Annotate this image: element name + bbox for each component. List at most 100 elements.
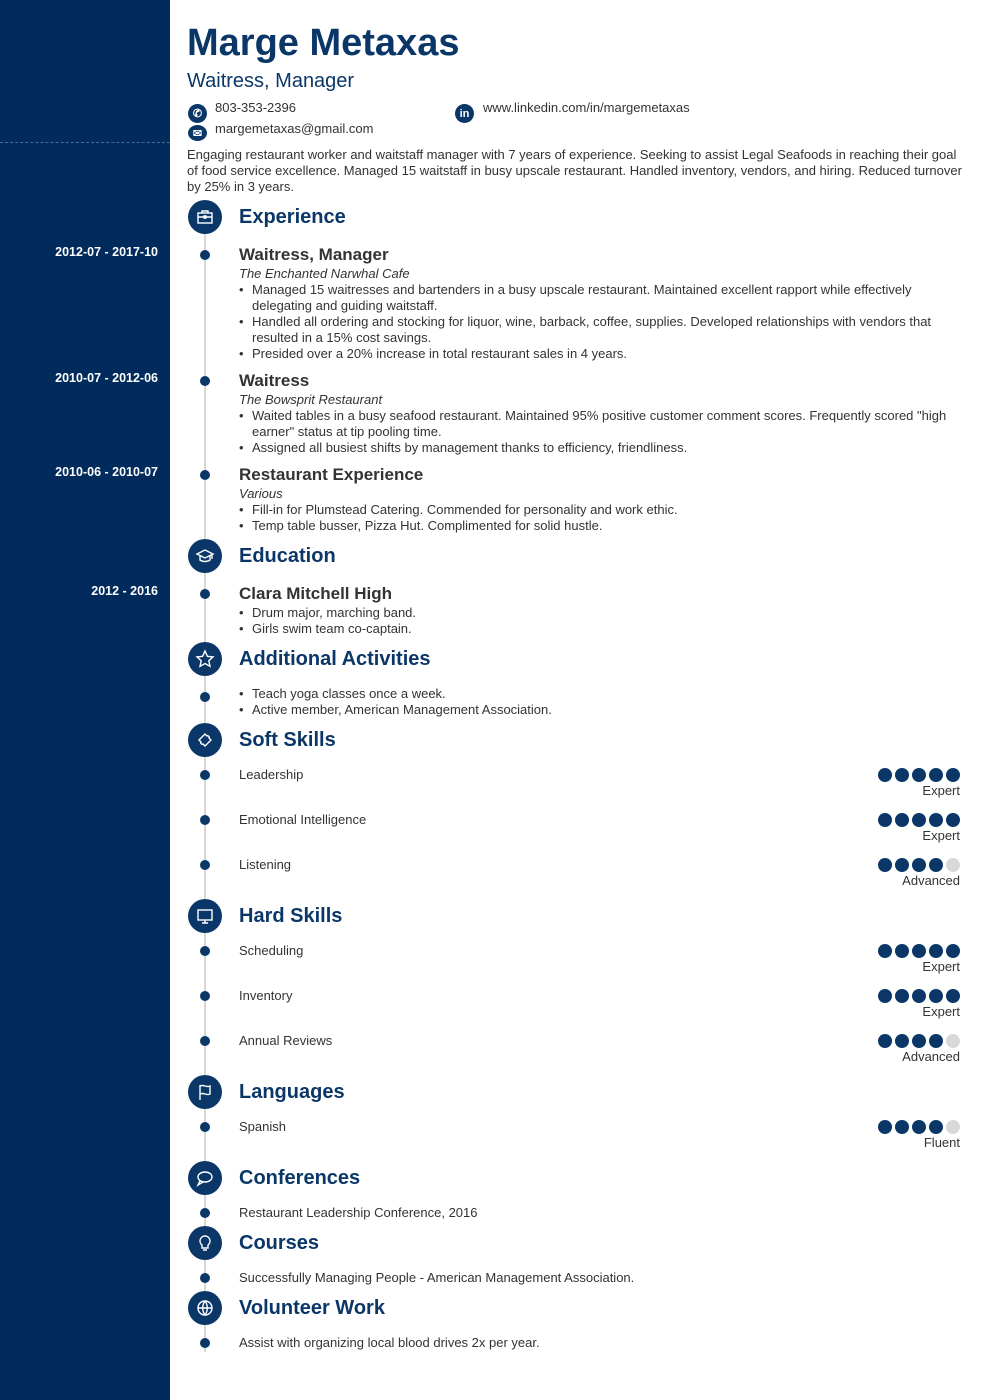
rating-dot	[946, 813, 960, 827]
company: Various	[239, 486, 283, 501]
skill-level: Expert	[922, 828, 960, 843]
skill-rating	[878, 1120, 960, 1134]
section-title-hard-skills: Hard Skills	[239, 905, 343, 927]
rating-dot	[929, 989, 943, 1003]
activities-bullets: Teach yoga classes once a week. Active m…	[239, 686, 959, 718]
bullet: Handled all ordering and stocking for li…	[239, 314, 959, 346]
job-dates: 2010-07 - 2012-06	[55, 371, 158, 385]
job-title: Waitress	[239, 371, 310, 390]
sidebar	[0, 0, 170, 1400]
section-title-soft-skills: Soft Skills	[239, 729, 336, 751]
email-icon: ✉	[188, 125, 207, 141]
timeline-dot	[200, 470, 210, 480]
globe-icon	[188, 1291, 222, 1325]
briefcase-icon	[188, 200, 222, 234]
skill-name: Listening	[239, 857, 292, 872]
timeline-dot	[200, 376, 210, 386]
rating-dot	[946, 768, 960, 782]
section-title-activities: Additional Activities	[239, 648, 431, 670]
rating-dot	[946, 944, 960, 958]
rating-dot	[895, 858, 909, 872]
monitor-icon	[188, 899, 222, 933]
rating-dot	[912, 1034, 926, 1048]
section-title-conferences: Conferences	[239, 1167, 361, 1189]
rating-dot	[878, 1120, 892, 1134]
rating-dot	[878, 989, 892, 1003]
rating-dot	[946, 1120, 960, 1134]
divider	[0, 142, 170, 143]
skill-name: Spanish	[239, 1119, 286, 1134]
timeline-dot	[200, 991, 210, 1001]
timeline-dot	[200, 860, 210, 870]
bullet: Fill-in for Plumstead Catering. Commende…	[239, 502, 959, 518]
course-item: Successfully Managing People - American …	[239, 1270, 635, 1285]
bullet: Drum major, marching band.	[239, 605, 959, 621]
star-icon	[188, 642, 222, 676]
candidate-role: Waitress, Manager	[187, 70, 355, 92]
rating-dot	[929, 944, 943, 958]
skill-rating	[878, 1034, 960, 1048]
rating-dot	[878, 944, 892, 958]
rating-dot	[929, 1120, 943, 1134]
skill-name: Inventory	[239, 988, 293, 1003]
rating-dot	[929, 858, 943, 872]
company: The Bowsprit Restaurant	[239, 392, 383, 407]
timeline-dot	[200, 770, 210, 780]
volunteer-item: Assist with organizing local blood drive…	[239, 1335, 540, 1350]
rating-dot	[895, 1120, 909, 1134]
timeline-dot	[200, 1208, 210, 1218]
rating-dot	[895, 1034, 909, 1048]
rating-dot	[929, 768, 943, 782]
skill-rating	[878, 858, 960, 872]
email[interactable]: margemetaxas@gmail.com	[215, 121, 373, 136]
timeline-dot	[200, 1122, 210, 1132]
bullet: Teach yoga classes once a week.	[239, 686, 959, 702]
skill-name: Emotional Intelligence	[239, 812, 367, 827]
rating-dot	[929, 813, 943, 827]
timeline-dot	[200, 1273, 210, 1283]
skill-name: Scheduling	[239, 943, 304, 958]
job-title: Restaurant Experience	[239, 465, 424, 484]
school-name: Clara Mitchell High	[239, 584, 393, 603]
skill-level: Advanced	[902, 1049, 960, 1064]
rating-dot	[946, 858, 960, 872]
rating-dot	[878, 813, 892, 827]
timeline-dot	[200, 946, 210, 956]
timeline-dot	[200, 1338, 210, 1348]
job-bullets: Waited tables in a busy seafood restaura…	[239, 408, 959, 456]
rating-dot	[895, 768, 909, 782]
section-title-volunteer: Volunteer Work	[239, 1297, 385, 1319]
rating-dot	[912, 944, 926, 958]
section-title-education: Education	[239, 545, 336, 567]
lightbulb-icon	[188, 1226, 222, 1260]
timeline-dot	[200, 589, 210, 599]
timeline-dot	[200, 250, 210, 260]
rating-dot	[912, 989, 926, 1003]
skill-level: Expert	[922, 1004, 960, 1019]
skill-level: Fluent	[923, 1135, 960, 1150]
skill-level: Expert	[922, 783, 960, 798]
company: The Enchanted Narwhal Cafe	[239, 266, 410, 281]
rating-dot	[912, 1120, 926, 1134]
job-bullets: Fill-in for Plumstead Catering. Commende…	[239, 502, 959, 534]
rating-dot	[946, 1034, 960, 1048]
bullet: Girls swim team co-captain.	[239, 621, 959, 637]
job-dates: 2012-07 - 2017-10	[55, 245, 158, 259]
rating-dot	[878, 768, 892, 782]
linkedin-link[interactable]: www.linkedin.com/in/margemetaxas	[483, 100, 690, 115]
rating-dot	[912, 768, 926, 782]
rating-dot	[895, 944, 909, 958]
skill-level: Expert	[922, 959, 960, 974]
rating-dot	[878, 858, 892, 872]
conference-item: Restaurant Leadership Conference, 2016	[239, 1205, 478, 1220]
rating-dot	[912, 858, 926, 872]
skill-rating	[878, 813, 960, 827]
rating-dot	[895, 989, 909, 1003]
phone: 803-353-2396	[215, 100, 296, 115]
skill-name: Annual Reviews	[239, 1033, 333, 1048]
linkedin-icon: in	[455, 104, 474, 123]
section-title-languages: Languages	[239, 1081, 345, 1103]
skill-rating	[878, 768, 960, 782]
bullet: Temp table busser, Pizza Hut. Compliment…	[239, 518, 959, 534]
puzzle-icon	[188, 723, 222, 757]
